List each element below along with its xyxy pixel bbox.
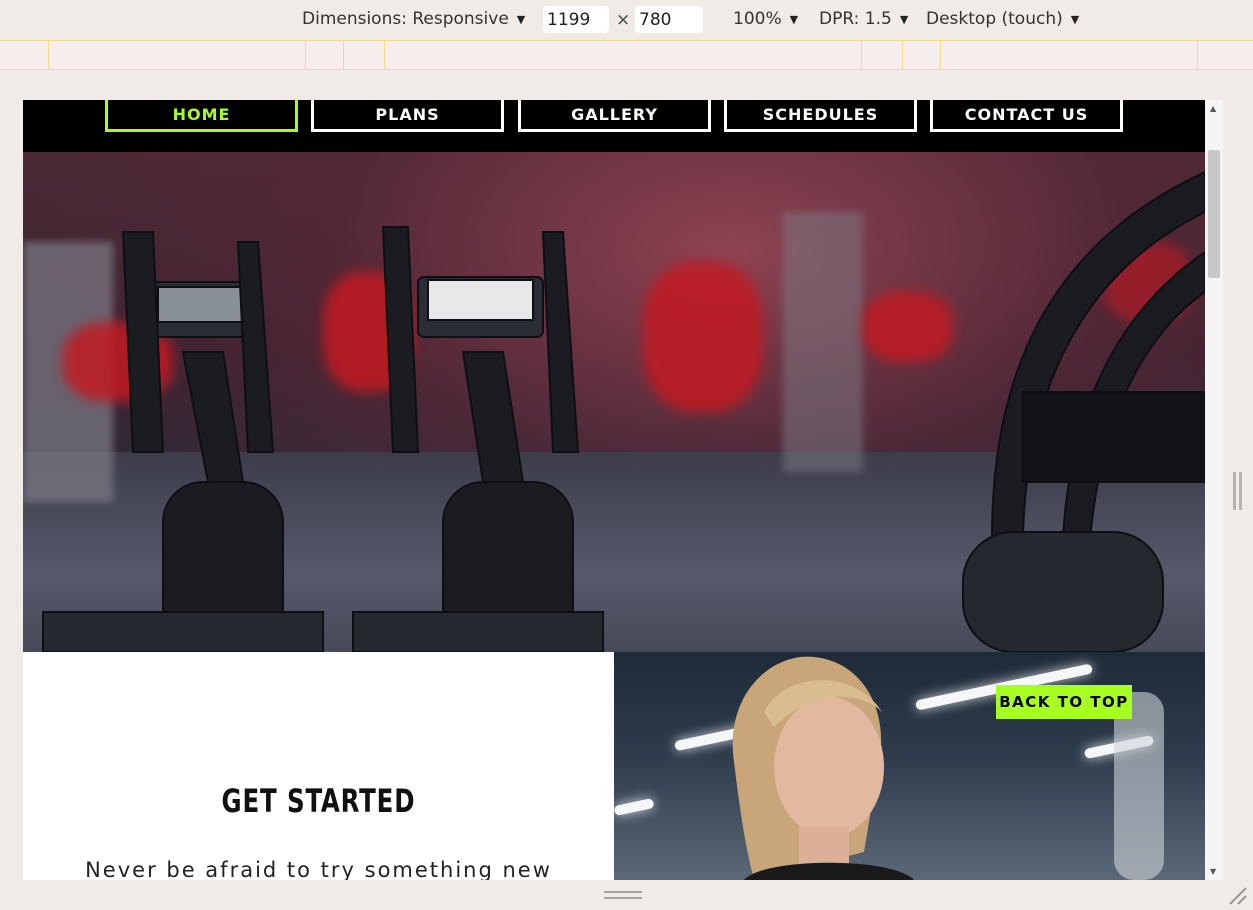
zoom-dropdown[interactable]: 100% ▼ bbox=[733, 9, 798, 29]
get-started-section: GET STARTED Never be afraid to try somet… bbox=[23, 652, 614, 880]
dropdown-arrow-icon: ▼ bbox=[899, 12, 909, 26]
dimensions-label: Dimensions: Responsive bbox=[302, 9, 509, 29]
dropdown-arrow-icon: ▼ bbox=[789, 12, 799, 26]
get-started-title: GET STARTED bbox=[221, 782, 416, 820]
zoom-label: 100% bbox=[733, 9, 782, 29]
nav-home[interactable]: HOME bbox=[105, 100, 298, 132]
nav-plans[interactable]: PLANS bbox=[311, 100, 504, 132]
scroll-up-icon[interactable]: ▲ bbox=[1210, 104, 1216, 113]
back-to-top-button[interactable]: BACK TO TOP bbox=[996, 685, 1132, 719]
dropdown-arrow-icon: ▼ bbox=[516, 12, 526, 26]
resize-corner-icon[interactable] bbox=[1226, 884, 1248, 906]
nav-schedules[interactable]: SCHEDULES bbox=[724, 100, 917, 132]
device-mode-dropdown[interactable]: Desktop (touch) ▼ bbox=[926, 9, 1079, 29]
scrollbar-thumb[interactable] bbox=[1208, 150, 1220, 278]
resize-bottom-handle[interactable] bbox=[604, 891, 642, 901]
get-started-text: Never be afraid to try something new bbox=[85, 858, 552, 880]
dpr-label: DPR: 1.5 bbox=[819, 9, 892, 29]
hero-gym-image bbox=[23, 152, 1205, 652]
nav-contact-us[interactable]: CONTACT US bbox=[930, 100, 1123, 132]
device-mode-label: Desktop (touch) bbox=[926, 9, 1063, 29]
dpr-dropdown[interactable]: DPR: 1.5 ▼ bbox=[819, 9, 908, 29]
viewport-width-input[interactable] bbox=[543, 6, 609, 33]
times-separator: × bbox=[616, 10, 631, 30]
vertical-scrollbar[interactable]: ▲ ▼ bbox=[1205, 100, 1223, 880]
page-viewport: HOME PLANS GALLERY SCHEDULES CONTACT US bbox=[23, 100, 1205, 880]
media-query-bar[interactable] bbox=[0, 40, 1253, 70]
dropdown-arrow-icon: ▼ bbox=[1070, 12, 1080, 26]
dimensions-dropdown[interactable]: Dimensions: Responsive ▼ bbox=[302, 9, 525, 29]
main-nav: HOME PLANS GALLERY SCHEDULES CONTACT US bbox=[23, 100, 1205, 152]
nav-gallery[interactable]: GALLERY bbox=[518, 100, 711, 132]
resize-right-handle[interactable] bbox=[1233, 472, 1243, 510]
device-toolbar: Dimensions: Responsive ▼ × 100% ▼ DPR: 1… bbox=[0, 0, 1253, 40]
scroll-down-icon[interactable]: ▼ bbox=[1210, 867, 1216, 876]
viewport-height-input[interactable] bbox=[635, 6, 703, 33]
elliptical-machines-graphic bbox=[42, 170, 1205, 652]
